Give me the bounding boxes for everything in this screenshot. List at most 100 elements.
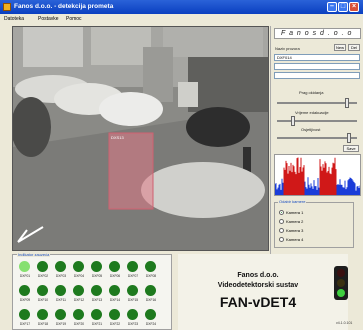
indicator-label: DXF04 <box>73 274 85 278</box>
indicator-label: DXF16 <box>145 298 157 302</box>
indicator-label: DXF15 <box>127 298 139 302</box>
indicator-label: DXF03 <box>55 274 67 278</box>
indicator-dot <box>127 285 138 296</box>
indicator-label: DXF02 <box>37 274 49 278</box>
sensitivity-thumb[interactable] <box>347 133 351 143</box>
indicator-label: DXF17 <box>19 322 31 326</box>
camera-4-label[interactable]: Kamera 4 <box>286 237 303 242</box>
indicator-label: DXF14 <box>109 298 121 302</box>
new-button[interactable]: New <box>334 44 346 51</box>
zone-name-label: Naziv prozora <box>275 46 300 51</box>
maximize-button[interactable]: □ <box>338 2 348 12</box>
system-name: Videodetektorski sustav <box>217 282 299 289</box>
camera-select-title: Odabir kamere <box>278 199 307 204</box>
indicator-label: DXF24 <box>145 322 157 326</box>
indicator-label: DXF11 <box>55 298 67 302</box>
indicator-dot <box>91 261 102 272</box>
traffic-light-green <box>337 289 345 297</box>
indicator-dot <box>73 309 84 320</box>
indicator-label: DXF06 <box>109 274 121 278</box>
indicator-label: DXF19 <box>55 322 67 326</box>
indicator-dot <box>37 309 48 320</box>
threshold-thumb[interactable] <box>345 98 349 108</box>
indicator-dot <box>109 261 120 272</box>
menu-help[interactable]: Pomoc <box>66 16 82 22</box>
save-button[interactable]: Save <box>343 145 359 152</box>
zone-field-3[interactable] <box>274 72 360 79</box>
indicator-dot <box>55 261 66 272</box>
indicator-dot <box>37 261 48 272</box>
zone-label: DXS13 <box>111 135 124 140</box>
sensitivity-slider[interactable] <box>277 133 357 143</box>
indicator-label: DXF20 <box>73 322 85 326</box>
indicator-dot <box>19 261 30 272</box>
camera-2-radio[interactable] <box>279 219 284 224</box>
indicator-label: DXF12 <box>73 298 85 302</box>
indicator-dot <box>127 309 138 320</box>
window-title: Fanos d.o.o. - detekcija prometa <box>14 3 114 10</box>
indicator-dot <box>19 309 30 320</box>
delete-button[interactable]: Del <box>348 44 360 51</box>
minimize-button[interactable]: – <box>327 2 337 12</box>
close-button[interactable]: × <box>349 2 359 12</box>
indicator-label: DXF05 <box>91 274 103 278</box>
sensitivity-label: Osjetljivost <box>301 127 321 132</box>
indicator-dot <box>73 261 84 272</box>
activity-graph-plot <box>275 157 360 195</box>
indicator-dot <box>37 285 48 296</box>
indicator-dot <box>73 285 84 296</box>
threshold-slider[interactable] <box>277 98 357 108</box>
activity-graph <box>274 154 361 196</box>
title-bar: Fanos d.o.o. - detekcija prometa – □ × <box>0 0 363 14</box>
app-icon <box>3 3 11 11</box>
indicator-label: DXF10 <box>37 298 49 302</box>
camera-feed[interactable]: DXS13 <box>12 26 269 251</box>
menu-bar: Datoteka Postavke Pomoc <box>0 14 363 24</box>
camera-2-label[interactable]: Kamera 2 <box>286 219 303 224</box>
time-thumb[interactable] <box>291 116 295 126</box>
camera-image <box>13 27 268 250</box>
indicator-dot <box>109 285 120 296</box>
camera-4-radio[interactable] <box>279 237 284 242</box>
product-logo: Fanos d.o.o. Videodetektorski sustav FAN… <box>178 254 348 330</box>
indicator-label: DXF18 <box>37 322 49 326</box>
indicator-dot <box>91 309 102 320</box>
camera-select-group: Odabir kamere Kamera 1 Kamera 2 Kamera 3… <box>274 199 354 248</box>
indicator-label: DXF22 <box>109 322 121 326</box>
threshold-label: Prag okidanja <box>299 90 324 95</box>
indicator-dot <box>91 285 102 296</box>
brand-title: F a n o s d . o . o <box>274 28 361 39</box>
camera-3-label[interactable]: Kamera 3 <box>286 228 303 233</box>
indicator-label: DXF23 <box>127 322 139 326</box>
traffic-light-red <box>337 269 345 277</box>
indicator-dot <box>109 309 120 320</box>
menu-file[interactable]: Datoteka <box>4 16 24 22</box>
indicator-dot <box>145 285 156 296</box>
indicator-label: DXF13 <box>91 298 103 302</box>
traffic-light-amber <box>337 279 345 287</box>
version-label: v4.1.0.101 <box>336 321 353 325</box>
camera-1-radio[interactable] <box>279 210 284 215</box>
time-label: Vrijeme edakuacije <box>295 110 329 115</box>
zone-field-2[interactable] <box>274 63 360 70</box>
camera-1-label[interactable]: Kamera 1 <box>286 210 303 215</box>
camera-3-radio[interactable] <box>279 228 284 233</box>
occupancy-indicator-panel: Indikator zauzeća DXF01 DXF02 DXF03 DXF04 DX… <box>12 252 172 330</box>
company-name: Fanos d.o.o. <box>237 272 279 279</box>
time-slider[interactable] <box>277 116 357 126</box>
indicator-dot <box>55 285 66 296</box>
indicator-dot <box>145 309 156 320</box>
indicator-label: DXF07 <box>127 274 139 278</box>
indicator-label: DXF01 <box>19 274 31 278</box>
indicator-label: DXF09 <box>19 298 31 302</box>
indicator-label: DXF08 <box>145 274 157 278</box>
zone-name-field[interactable]: DXF014 <box>274 54 360 61</box>
indicator-label: DXF21 <box>91 322 103 326</box>
indicator-dot <box>19 285 30 296</box>
product-name: FAN-vDET4 <box>219 294 297 310</box>
indicator-dot <box>55 309 66 320</box>
traffic-light-icon <box>334 266 348 300</box>
menu-settings[interactable]: Postavke <box>38 16 59 22</box>
occupancy-indicator-title: Indikator zauzeća <box>17 252 51 257</box>
indicator-dot <box>127 261 138 272</box>
